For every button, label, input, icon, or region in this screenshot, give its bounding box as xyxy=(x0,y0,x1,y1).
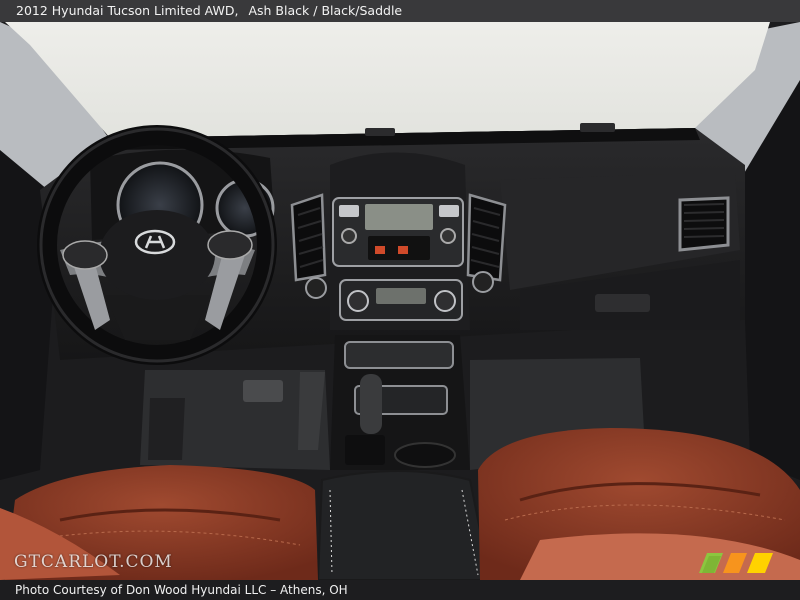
radio-display xyxy=(365,204,433,230)
color-separator: / xyxy=(313,3,318,18)
car-interior-photo xyxy=(0,0,800,600)
photo-credit: Photo Courtesy of Don Wood Hyundai LLC –… xyxy=(15,583,348,597)
gear-shifter xyxy=(360,374,382,434)
exterior-color: Ash Black xyxy=(248,3,310,18)
armrest xyxy=(316,470,492,581)
vehicle-model: 2012 Hyundai Tucson Limited AWD, xyxy=(16,3,239,18)
rating-badge-icon xyxy=(699,553,773,573)
windshield xyxy=(5,22,770,138)
watermark-text: GTCARLOT.COM xyxy=(14,552,173,572)
title-bar: 2012 Hyundai Tucson Limited AWD, Ash Blac… xyxy=(0,0,800,22)
photo-credit-bar: Photo Courtesy of Don Wood Hyundai LLC –… xyxy=(0,580,800,600)
interior-color: Black/Saddle xyxy=(321,3,403,18)
